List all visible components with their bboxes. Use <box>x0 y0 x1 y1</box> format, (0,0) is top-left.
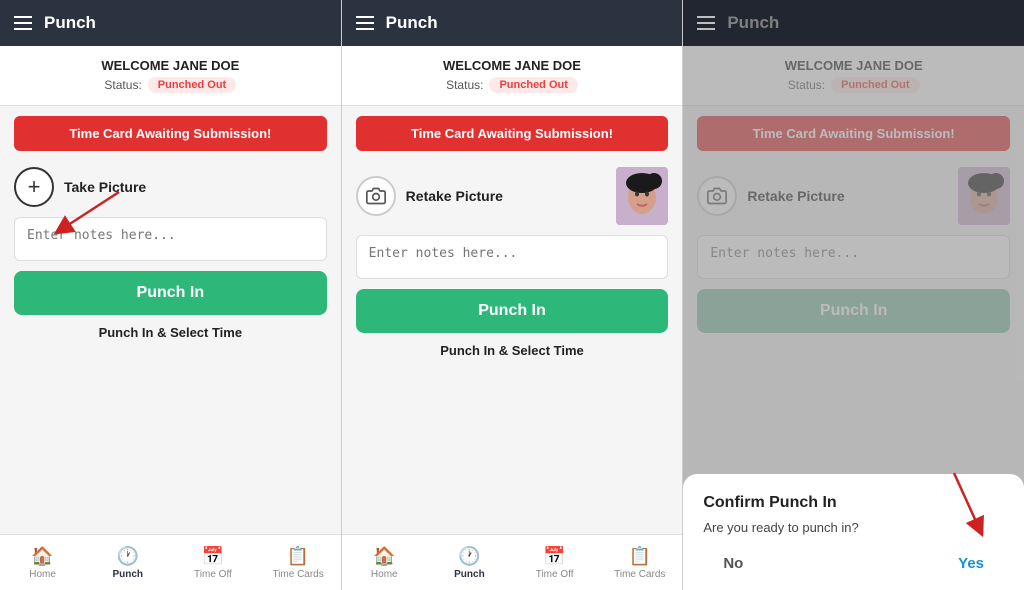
alert-banner-2[interactable]: Time Card Awaiting Submission! <box>356 116 669 151</box>
confirm-modal-3: Confirm Punch In Are you ready to punch … <box>683 474 1024 590</box>
welcome-name-1: WELCOME JANE DOE <box>16 58 325 73</box>
retake-picture-button-2[interactable] <box>356 176 396 216</box>
nav-home-1[interactable]: 🏠 Home <box>0 535 85 590</box>
status-label-1: Status: <box>104 78 141 92</box>
modal-no-button-3[interactable]: No <box>703 551 763 576</box>
modal-overlay-3[interactable]: Confirm Punch In Are you ready to punch … <box>683 0 1024 590</box>
nav-timecards-label-2: Time Cards <box>614 569 665 580</box>
photo-thumbnail-2 <box>616 167 668 225</box>
punch-select-label-2: Punch In & Select Time <box>356 343 669 358</box>
arrow-to-yes <box>944 468 994 538</box>
screen-3: Punch WELCOME JANE DOE Status: Punched O… <box>683 0 1024 590</box>
timecards-icon-1: 📋 <box>287 546 309 567</box>
modal-actions-3: No Yes <box>703 551 1004 576</box>
nav-timecards-2[interactable]: 📋 Time Cards <box>597 535 682 590</box>
content-1: + Take Picture Punch In Punch In & Selec… <box>0 157 341 534</box>
timecards-icon-2: 📋 <box>629 546 651 567</box>
punch-in-button-2[interactable]: Punch In <box>356 289 669 333</box>
nav-timeoff-1[interactable]: 📅 Time Off <box>170 535 255 590</box>
status-label-2: Status: <box>446 78 483 92</box>
welcome-name-2: WELCOME JANE DOE <box>358 58 667 73</box>
nav-punch-1[interactable]: 🕐 Punch <box>85 535 170 590</box>
nav-punch-label-2: Punch <box>454 569 485 580</box>
nav-home-label-2: Home <box>371 569 398 580</box>
welcome-area-1: WELCOME JANE DOE Status: Punched Out <box>0 46 341 106</box>
topbar-title-1: Punch <box>44 13 96 33</box>
timeoff-icon-1: 📅 <box>202 546 224 567</box>
welcome-area-2: WELCOME JANE DOE Status: Punched Out <box>342 46 683 106</box>
nav-punch-label-1: Punch <box>112 569 143 580</box>
timeoff-icon-2: 📅 <box>543 546 565 567</box>
nav-timeoff-label-2: Time Off <box>536 569 574 580</box>
screen-1: Punch WELCOME JANE DOE Status: Punched O… <box>0 0 342 590</box>
punch-icon-2: 🕐 <box>458 546 480 567</box>
nav-home-label-1: Home <box>29 569 56 580</box>
alert-banner-1[interactable]: Time Card Awaiting Submission! <box>14 116 327 151</box>
nav-timeoff-label-1: Time Off <box>194 569 232 580</box>
nav-timecards-1[interactable]: 📋 Time Cards <box>256 535 341 590</box>
punch-icon-1: 🕐 <box>117 546 139 567</box>
notes-input-2[interactable] <box>356 235 669 279</box>
status-badge-1: Punched Out <box>148 77 236 93</box>
menu-icon-2[interactable] <box>356 16 374 30</box>
topbar-2: Punch <box>342 0 683 46</box>
nav-punch-2[interactable]: 🕐 Punch <box>427 535 512 590</box>
nav-timecards-label-1: Time Cards <box>272 569 323 580</box>
topbar-title-2: Punch <box>386 13 438 33</box>
picture-row-2: Retake Picture <box>356 167 669 225</box>
nav-home-2[interactable]: 🏠 Home <box>342 535 427 590</box>
status-badge-2: Punched Out <box>489 77 577 93</box>
bottom-nav-1: 🏠 Home 🕐 Punch 📅 Time Off 📋 Time Cards <box>0 534 341 590</box>
menu-icon-1[interactable] <box>14 16 32 30</box>
modal-yes-button-3[interactable]: Yes <box>938 551 1004 576</box>
topbar-1: Punch <box>0 0 341 46</box>
content-2: Retake Picture <box>342 157 683 534</box>
screen-2: Punch WELCOME JANE DOE Status: Punched O… <box>342 0 684 590</box>
take-picture-label-1: Take Picture <box>64 179 146 195</box>
retake-picture-label-2: Retake Picture <box>406 188 503 204</box>
punch-in-button-1[interactable]: Punch In <box>14 271 327 315</box>
nav-timeoff-2[interactable]: 📅 Time Off <box>512 535 597 590</box>
punch-select-label-1: Punch In & Select Time <box>14 325 327 340</box>
take-picture-button-1[interactable]: + <box>14 167 54 207</box>
home-icon-1: 🏠 <box>31 546 53 567</box>
screens-container: Punch WELCOME JANE DOE Status: Punched O… <box>0 0 1024 590</box>
bottom-nav-2: 🏠 Home 🕐 Punch 📅 Time Off 📋 Time Cards <box>342 534 683 590</box>
notes-input-1[interactable] <box>14 217 327 261</box>
picture-row-1: + Take Picture <box>14 167 327 207</box>
status-row-1: Status: Punched Out <box>16 77 325 93</box>
home-icon-2: 🏠 <box>373 546 395 567</box>
status-row-2: Status: Punched Out <box>358 77 667 93</box>
